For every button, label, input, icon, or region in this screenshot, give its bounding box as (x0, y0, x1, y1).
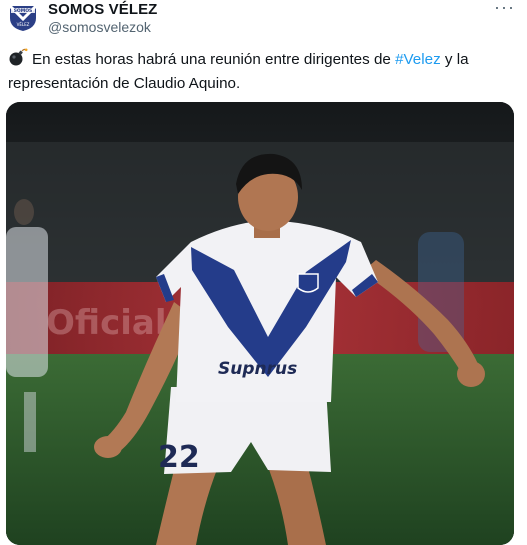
tweet-photo[interactable]: Oficial Tra... 22 Supnrus (6, 102, 514, 545)
account-name[interactable]: SOMOS VÉLEZ (48, 1, 157, 18)
velez-crest-icon: SOMOS VÉLEZ (6, 2, 40, 32)
jersey-number: 22 (158, 440, 200, 475)
svg-text:SOMOS: SOMOS (14, 8, 33, 14)
hashtag-link[interactable]: #Velez (395, 51, 441, 68)
avatar[interactable]: SOMOS VÉLEZ (6, 2, 40, 32)
tweet-text: En estas horas habrá una reunión entre d… (8, 48, 488, 95)
tweet-card: SOMOS VÉLEZ SOMOS VÉLEZ @somosvelezok ··… (0, 0, 527, 545)
account-handle[interactable]: @somosvelezok (48, 19, 151, 35)
football-player-photo: Oficial Tra... 22 Supnrus (6, 102, 514, 545)
jersey-sponsor: Supnrus (218, 359, 297, 379)
bomb-emoji-icon (8, 48, 28, 73)
svg-text:VÉLEZ: VÉLEZ (17, 22, 30, 27)
more-dots-icon[interactable]: ··· (494, 0, 515, 16)
tweet-text-start: En estas horas habrá una reunión entre d… (32, 51, 396, 68)
